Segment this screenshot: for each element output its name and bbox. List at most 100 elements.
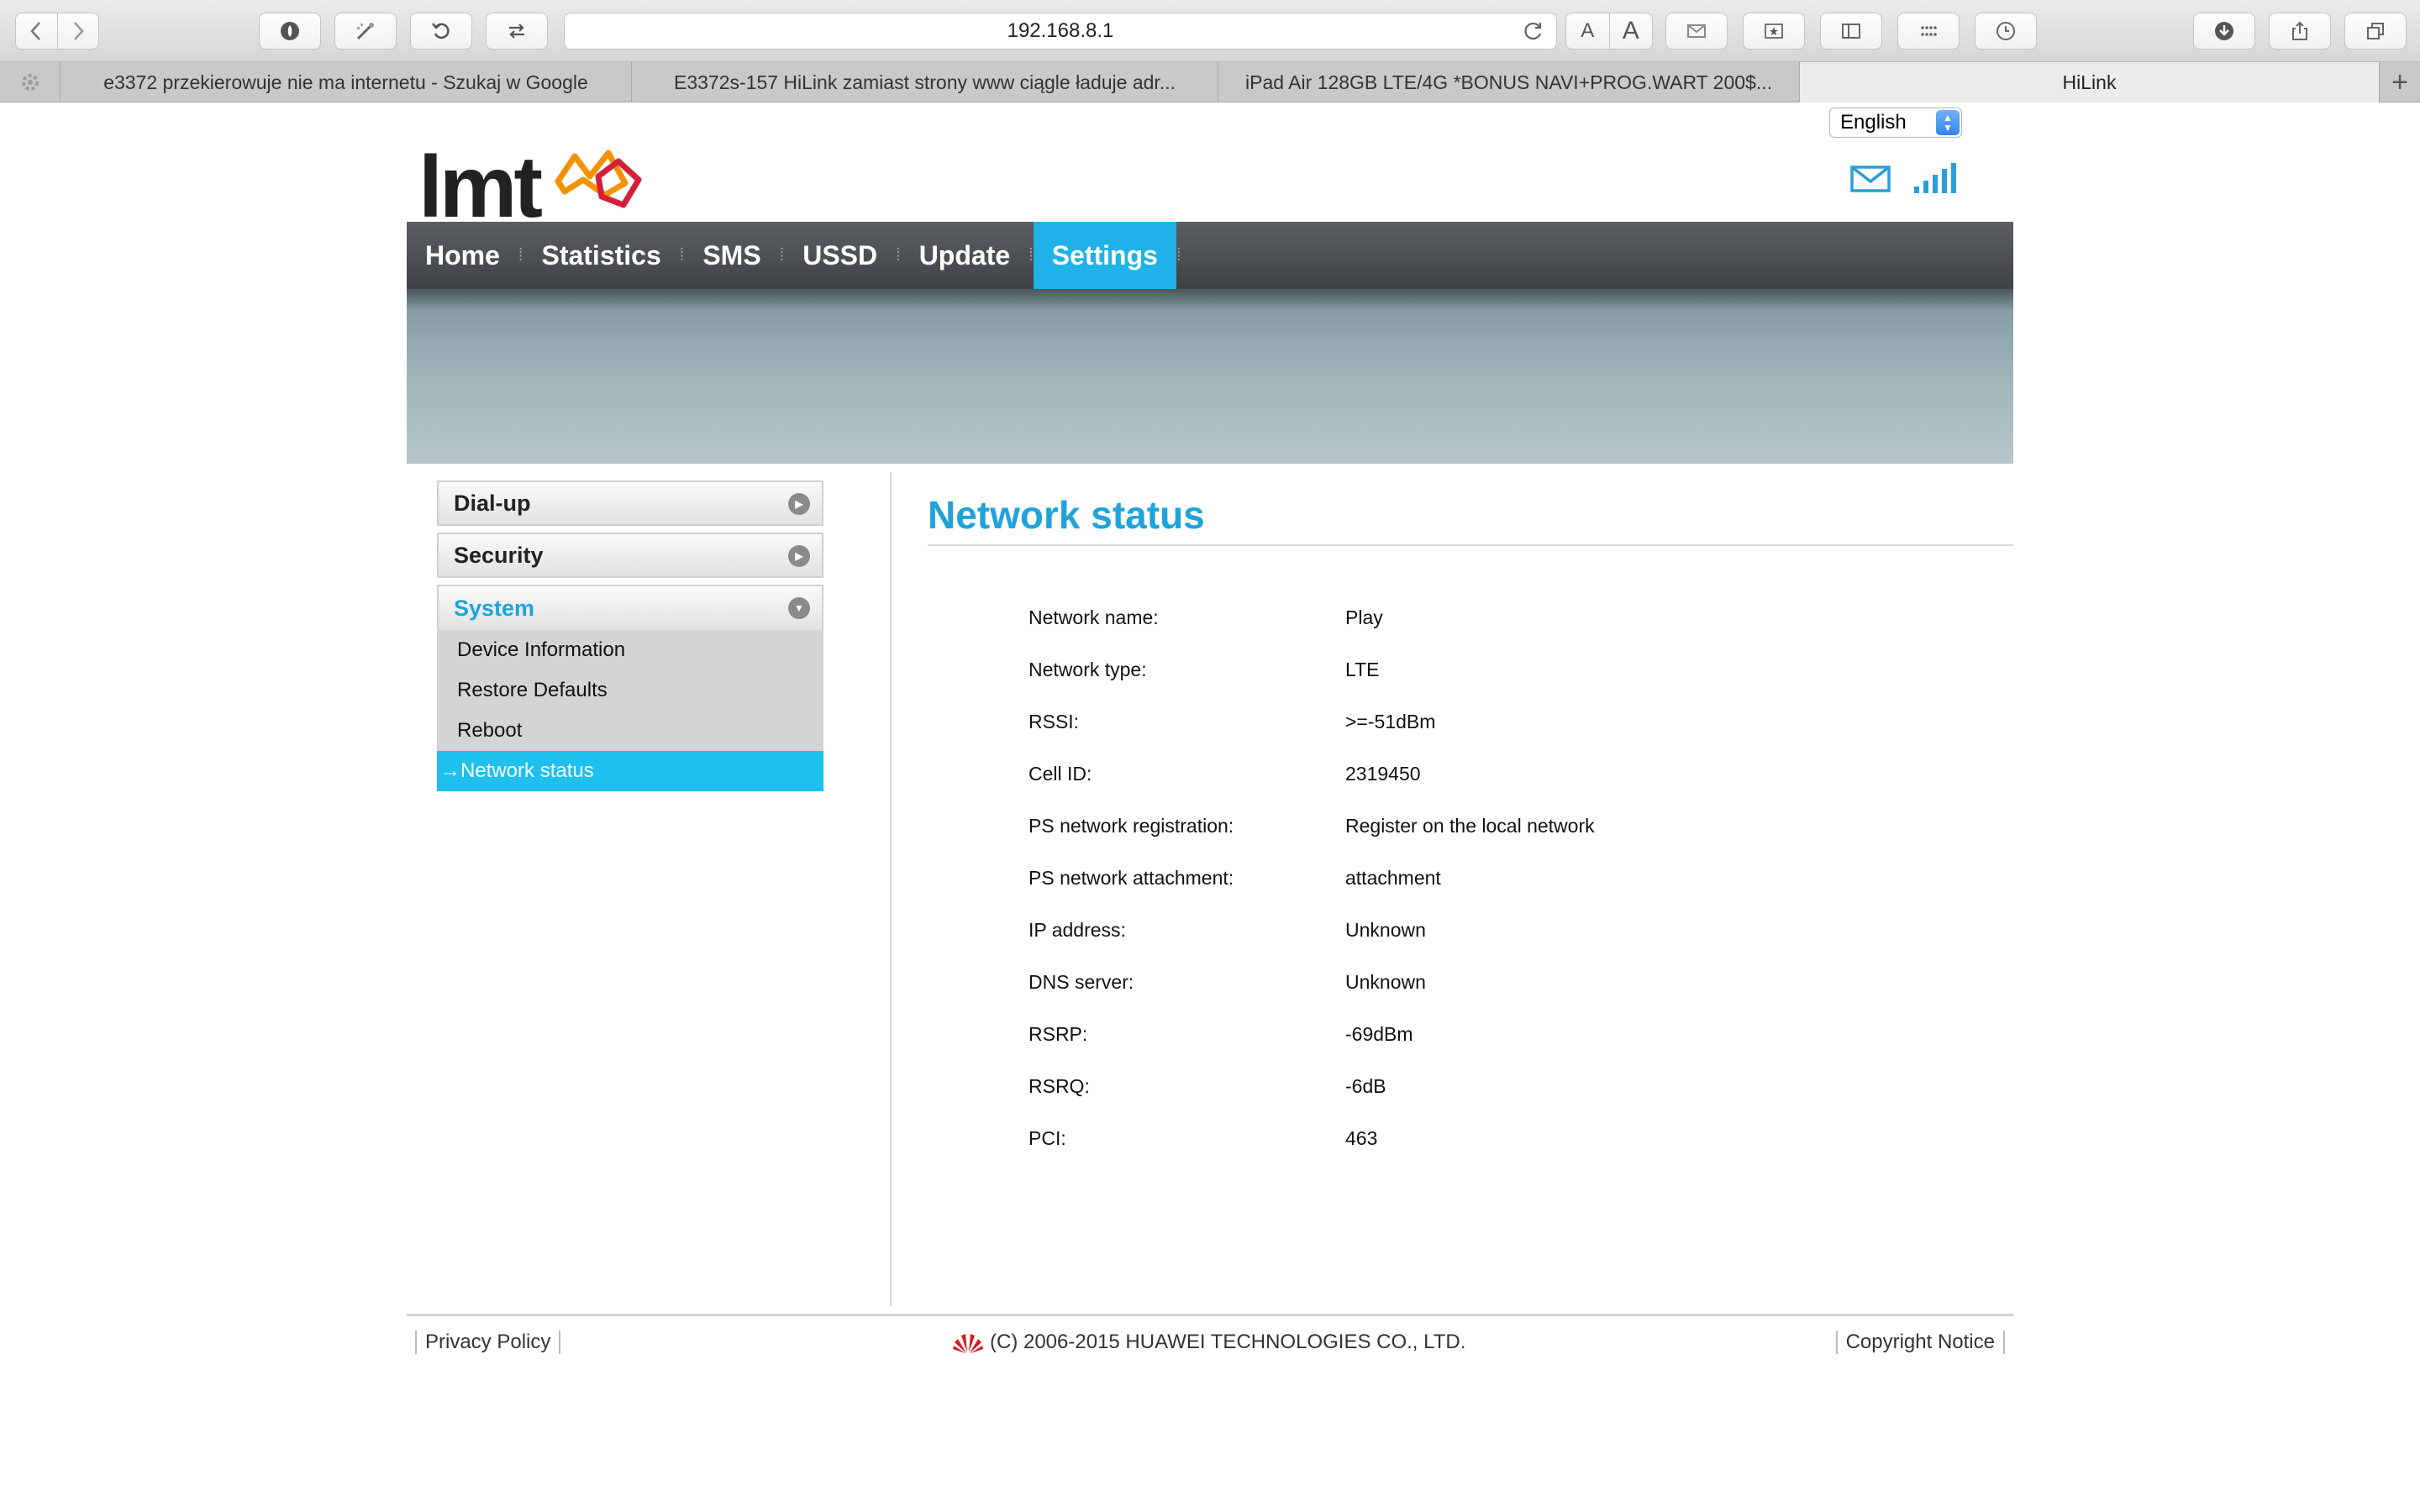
sidebar-section-dialup[interactable]: Dial-up ▶: [437, 480, 823, 526]
language-selected: English: [1840, 111, 1907, 134]
status-row: RSRP: -69dBm: [1028, 1008, 1595, 1060]
status-label: PCI:: [1028, 1126, 1066, 1149]
browser-toolbar: 192.168.8.1 A A: [0, 0, 2420, 62]
reload-icon[interactable]: [1523, 20, 1544, 42]
tabs-overview-button[interactable]: [2344, 13, 2407, 50]
nav-statistics[interactable]: Statistics: [523, 222, 679, 289]
star-icon: [1765, 24, 1783, 39]
url-text: 192.168.8.1: [1007, 19, 1114, 42]
text-larger-button[interactable]: A: [1610, 13, 1653, 49]
chevron-right-icon: ▶: [788, 493, 810, 515]
sidebar-section-label: System: [454, 595, 535, 621]
language-select[interactable]: English ▲ ▼: [1829, 108, 1962, 138]
privacy-policy-link[interactable]: Privacy Policy: [415, 1331, 561, 1354]
settings-sidebar: Dial-up ▶ Security ▶ System ▼ Device Inf…: [437, 480, 823, 791]
refresh-extension-button[interactable]: [410, 13, 472, 50]
browser-tab[interactable]: e3372 przekierowuje nie ma internetu - S…: [60, 62, 632, 102]
copyright-text: (C) 2006-2015 HUAWEI TECHNOLOGIES CO., L…: [953, 1331, 1465, 1354]
status-value: -69dBm: [1345, 1022, 1413, 1045]
status-label: Network name:: [1028, 606, 1159, 628]
select-arrows-icon: ▲ ▼: [1936, 110, 1960, 135]
browser-tab-active[interactable]: HiLink: [1800, 62, 2380, 102]
new-tab-button[interactable]: +: [2380, 62, 2420, 102]
tab-bar: e3372 przekierowuje nie ma internetu - S…: [0, 62, 2420, 102]
top-sites-button[interactable]: [1897, 13, 1960, 50]
chevron-right-icon: ▶: [788, 545, 810, 567]
history-nav: [15, 13, 99, 50]
bookmark-button[interactable]: [1743, 13, 1805, 50]
sidebar-section-security[interactable]: Security ▶: [437, 533, 823, 578]
status-label: Network type:: [1028, 658, 1147, 680]
envelope-icon: [1687, 24, 1706, 38]
content-divider: [890, 472, 892, 1306]
status-label: PS network registration:: [1028, 814, 1234, 837]
nav-sms[interactable]: SMS: [684, 222, 779, 289]
status-value: Play: [1345, 606, 1383, 628]
status-label: IP address:: [1028, 918, 1126, 941]
swap-button[interactable]: [486, 13, 548, 50]
text-smaller-button[interactable]: A: [1566, 13, 1610, 49]
sidebar-section-system[interactable]: System ▼: [437, 585, 823, 630]
status-value: Register on the local network: [1345, 814, 1595, 837]
status-label: RSRQ:: [1028, 1074, 1090, 1097]
chevron-down-icon: ▼: [788, 597, 810, 619]
status-value: Unknown: [1345, 970, 1426, 993]
page-title: Network status: [928, 493, 1205, 537]
undo-arrow-icon: [432, 23, 450, 39]
page-header: lmt: [407, 138, 2013, 222]
pinned-tab[interactable]: [0, 62, 60, 102]
status-row: IP address: Unknown: [1028, 904, 1595, 956]
sidebar-item-device-information[interactable]: Device Information: [437, 630, 823, 670]
status-value: LTE: [1345, 658, 1380, 680]
mail-button[interactable]: [1665, 13, 1728, 50]
status-label: RSSI:: [1028, 710, 1080, 732]
gear-icon: [21, 74, 39, 91]
tabs-icon: [2367, 23, 2384, 39]
downloads-button[interactable]: [2193, 13, 2255, 50]
sidebar-section-label: Dial-up: [454, 490, 531, 516]
privacy-extension-button[interactable]: [259, 13, 321, 50]
status-row: RSSI: >=-51dBm: [1028, 696, 1595, 748]
status-label: Cell ID:: [1028, 762, 1092, 785]
nav-settings[interactable]: Settings: [1033, 222, 1176, 289]
sidebar-item-reboot[interactable]: Reboot: [437, 711, 823, 751]
status-row: PS network registration: Register on the …: [1028, 800, 1595, 852]
status-row: PCI: 463: [1028, 1112, 1595, 1164]
footer-divider: [407, 1314, 2013, 1316]
browser-tab[interactable]: E3372s-157 HiLink zamiast strony www cią…: [632, 62, 1218, 102]
grid-icon: [1921, 26, 1937, 36]
header-banner: [407, 289, 2013, 464]
nav-ussd[interactable]: USSD: [784, 222, 896, 289]
back-button[interactable]: [16, 13, 58, 49]
status-row: PS network attachment: attachment: [1028, 852, 1595, 904]
status-value: 2319450: [1345, 762, 1421, 785]
banner-shadow: [407, 289, 2013, 311]
chevron-right-icon: [73, 22, 84, 40]
message-envelope-icon[interactable]: [1850, 165, 1891, 193]
title-underline: [928, 544, 2013, 546]
history-button[interactable]: [1975, 13, 2037, 50]
share-button[interactable]: [2269, 13, 2331, 50]
nav-update[interactable]: Update: [901, 222, 1028, 289]
status-label: DNS server:: [1028, 970, 1134, 993]
sidebar-item-restore-defaults[interactable]: Restore Defaults: [437, 670, 823, 711]
clock-icon: [1996, 22, 2015, 40]
download-icon: [2215, 22, 2233, 40]
sidebar-item-network-status[interactable]: →Network status: [437, 751, 823, 791]
wand-icon: [356, 23, 374, 40]
address-bar[interactable]: 192.168.8.1: [564, 13, 1557, 50]
forward-button[interactable]: [58, 13, 99, 49]
copyright-notice-link[interactable]: Copyright Notice: [1835, 1331, 2005, 1354]
main-nav: Home ⁞ Statistics ⁞ SMS ⁞ USSD ⁞ Update …: [407, 222, 2013, 289]
system-submenu: Device Information Restore Defaults Rebo…: [437, 630, 823, 791]
nav-home[interactable]: Home: [407, 222, 518, 289]
status-value: 463: [1345, 1126, 1378, 1149]
status-value: Unknown: [1345, 918, 1426, 941]
status-label: PS network attachment:: [1028, 866, 1234, 889]
status-row: Network type: LTE: [1028, 643, 1595, 696]
network-status-table: Network name: Play Network type: LTE RSSI:…: [1028, 591, 1595, 1164]
status-value: -6dB: [1345, 1074, 1386, 1097]
sidebar-toggle-button[interactable]: [1820, 13, 1882, 50]
extension-button[interactable]: [334, 13, 397, 50]
browser-tab[interactable]: iPad Air 128GB LTE/4G *BONUS NAVI+PROG.W…: [1218, 62, 1800, 102]
